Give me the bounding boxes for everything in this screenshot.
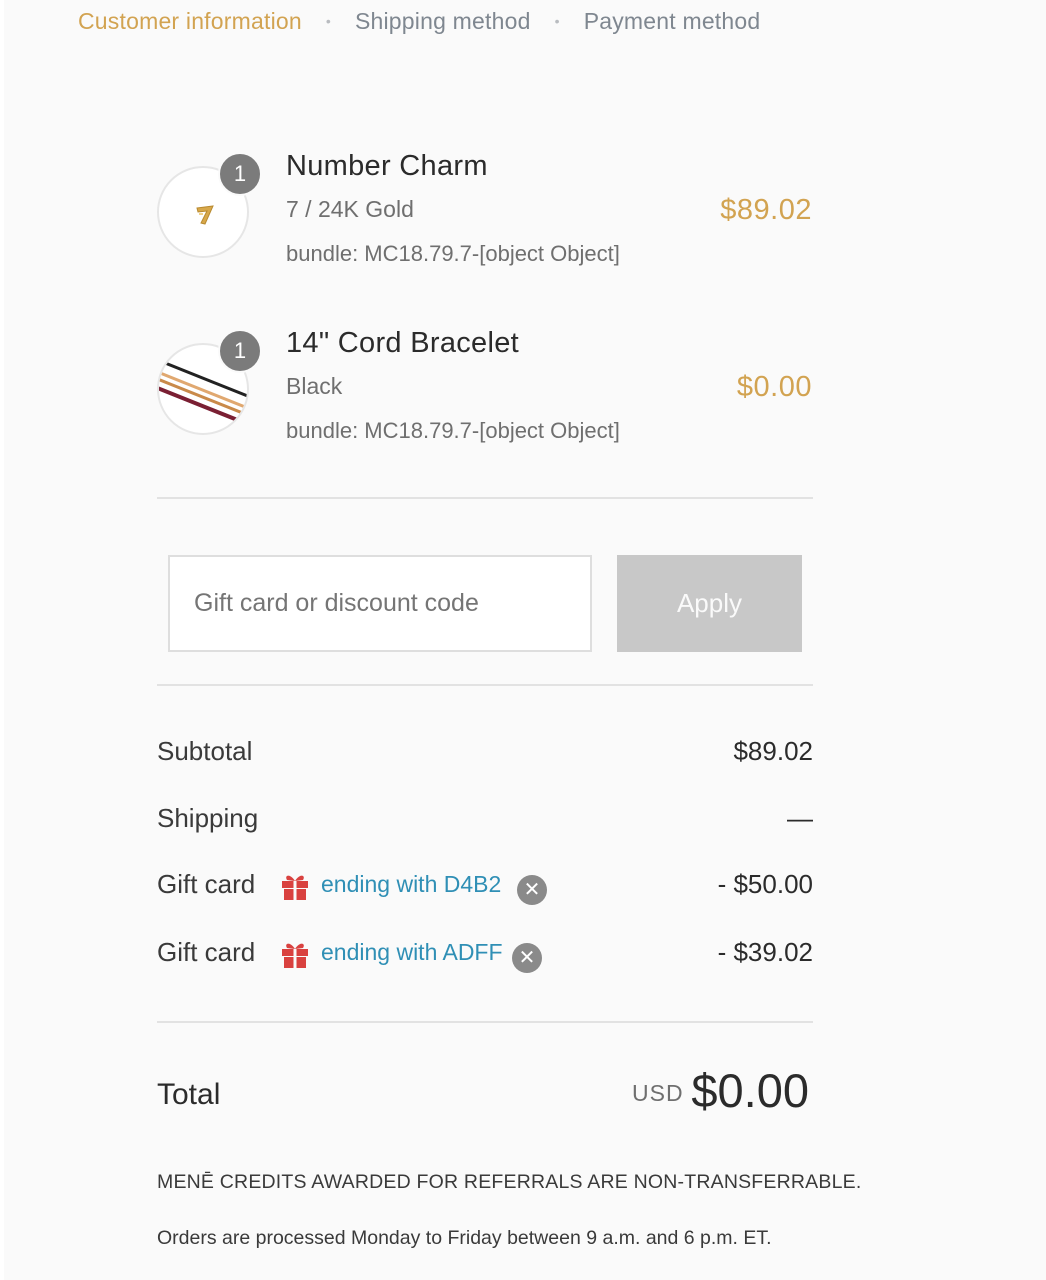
line-item: 1 14" Cord Bracelet Black bundle: MC18.7… <box>154 327 814 459</box>
gift-card-amount: - $39.02 <box>717 937 813 967</box>
quantity-badge: 1 <box>218 152 262 196</box>
subtotal-row: Subtotal $89.02 <box>157 736 813 776</box>
gift-icon <box>282 875 308 900</box>
shipping-row: Shipping — <box>157 803 813 843</box>
gift-card-code: ending with ADFF <box>321 939 503 965</box>
breadcrumb-separator: • <box>325 13 331 29</box>
divider <box>157 497 813 499</box>
remove-gift-card-icon[interactable]: ✕ <box>517 875 547 905</box>
product-variant: Black <box>286 373 343 399</box>
divider <box>157 684 813 686</box>
gift-icon <box>282 943 308 968</box>
breadcrumb: Customer information • Shipping method •… <box>78 6 760 36</box>
line-item: 1 Number Charm 7 / 24K Gold bundle: MC18… <box>154 150 814 282</box>
quantity-badge: 1 <box>218 329 262 373</box>
product-name: 14" Cord Bracelet <box>286 327 520 359</box>
discount-code-input[interactable] <box>168 555 592 652</box>
breadcrumb-customer-information[interactable]: Customer information <box>78 8 302 35</box>
gift-card-row: Gift card ending with ADFF ✕ - $39.02 <box>157 937 813 977</box>
subtotal-value: $89.02 <box>733 736 813 766</box>
product-bundle: bundle: MC18.79.7-[object Object] <box>286 418 620 443</box>
gift-card-code: ending with D4B2 <box>321 871 502 897</box>
referral-credits-notice: MENĒ CREDITS AWARDED FOR REFERRALS ARE N… <box>157 1171 862 1193</box>
gift-card-row: Gift card ending with D4B2 ✕ - $50.00 <box>157 869 813 909</box>
subtotal-label: Subtotal <box>157 736 253 766</box>
product-variant: 7 / 24K Gold <box>286 196 414 222</box>
gift-card-label: Gift card <box>157 869 256 899</box>
gift-card-label: Gift card <box>157 937 256 967</box>
product-price: $89.02 <box>720 194 812 226</box>
checkout-order-summary: Customer information • Shipping method •… <box>4 0 1046 1280</box>
shipping-value: — <box>787 803 813 833</box>
breadcrumb-payment-method: Payment method <box>583 7 761 34</box>
product-bundle: bundle: MC18.79.7-[object Object] <box>286 241 620 266</box>
product-name: Number Charm <box>286 150 488 182</box>
breadcrumb-separator: • <box>554 13 560 29</box>
breadcrumb-shipping-method: Shipping method <box>354 7 531 34</box>
total-currency: USD <box>632 1080 684 1106</box>
shipping-label: Shipping <box>157 803 259 833</box>
remove-gift-card-icon[interactable]: ✕ <box>512 943 542 973</box>
total-label: Total <box>157 1078 221 1111</box>
apply-button[interactable]: Apply <box>617 555 802 652</box>
divider <box>157 1021 813 1023</box>
product-price: $0.00 <box>736 371 812 403</box>
gift-card-amount: - $50.00 <box>717 869 813 899</box>
total-amount: $0.00 <box>691 1064 809 1117</box>
order-processing-notice: Orders are processed Monday to Friday be… <box>157 1227 772 1249</box>
